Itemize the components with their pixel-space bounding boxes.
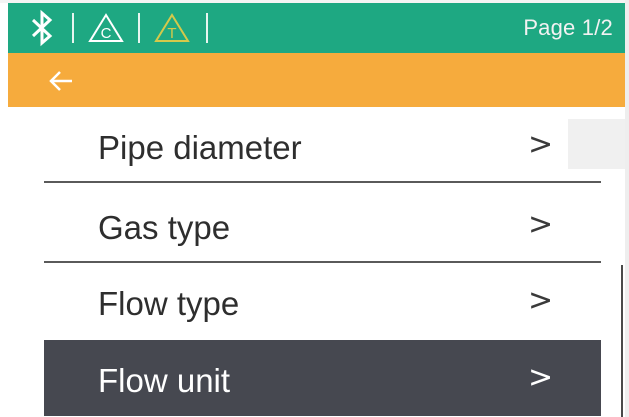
status-separator — [72, 13, 74, 43]
back-arrow-icon[interactable] — [44, 67, 78, 95]
status-bar: C T Page 1/2 — [8, 3, 625, 53]
chevron-right-icon: > — [528, 283, 554, 318]
settings-menu: Pipe diameter > Gas type > Flow type > F… — [8, 107, 625, 417]
device-screen: C T Page 1/2 Pipe diameter > Gas type > — [0, 0, 629, 417]
menu-item-label: Gas type — [98, 209, 231, 246]
menu-item-gas-type[interactable]: Gas type > — [44, 187, 601, 263]
c-triangle-icon: C — [88, 13, 124, 42]
svg-text:C: C — [101, 25, 112, 42]
t-triangle-icon: T — [154, 13, 190, 42]
right-frame-edge — [625, 0, 629, 417]
svg-text:T: T — [167, 25, 176, 42]
chevron-right-icon: > — [528, 207, 554, 242]
status-separator — [206, 13, 208, 43]
chevron-right-icon: > — [528, 360, 554, 395]
status-separator — [138, 13, 140, 43]
chevron-right-icon: > — [528, 127, 554, 162]
menu-item-pipe-diameter[interactable]: Pipe diameter > — [44, 107, 601, 183]
bluetooth-icon — [31, 9, 53, 47]
page-indicator: Page 1/2 — [523, 15, 613, 40]
menu-item-label: Pipe diameter — [98, 129, 302, 166]
divider — [44, 181, 601, 183]
menu-item-label: Flow unit — [98, 362, 231, 399]
menu-item-label: Flow type — [98, 285, 240, 322]
menu-item-flow-unit[interactable]: Flow unit > — [44, 340, 601, 416]
scrollbar[interactable] — [621, 265, 623, 417]
menu-item-flow-type[interactable]: Flow type > — [44, 263, 601, 339]
title-bar — [8, 53, 625, 107]
